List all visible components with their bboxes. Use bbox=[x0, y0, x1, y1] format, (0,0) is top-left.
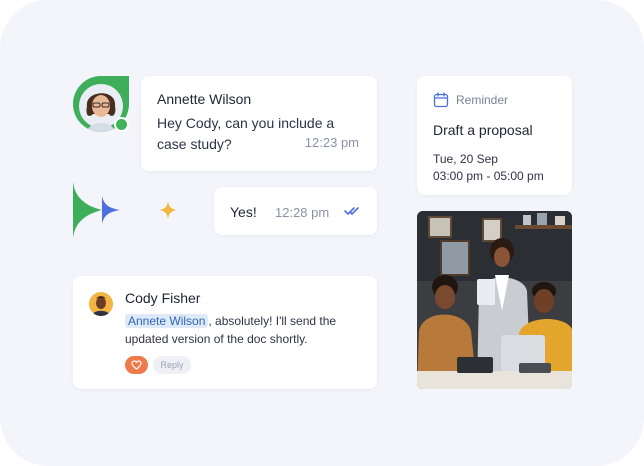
brand-logo-icon bbox=[73, 182, 120, 238]
team-photo bbox=[417, 211, 572, 389]
reminder-title: Draft a proposal bbox=[433, 122, 533, 138]
like-button[interactable] bbox=[125, 356, 148, 374]
sender-name: Cody Fisher bbox=[125, 290, 201, 306]
comment-cody[interactable]: Cody Fisher Annete Wilson, absolutely! I… bbox=[73, 276, 377, 389]
reply-button[interactable]: Reply bbox=[153, 356, 191, 374]
background-panel: Annette Wilson Hey Cody, can you include… bbox=[0, 0, 644, 466]
reminder-label: Reminder bbox=[456, 93, 509, 107]
message-reply[interactable]: Yes! 12:28 pm bbox=[214, 187, 377, 235]
annette-avatar bbox=[73, 76, 129, 132]
reminder-time: 03:00 pm - 05:00 pm bbox=[433, 169, 544, 183]
message-text: Yes! bbox=[230, 204, 257, 220]
user-mention[interactable]: Annete Wilson bbox=[125, 314, 209, 328]
heart-icon bbox=[131, 360, 142, 370]
message-time: 12:23 pm bbox=[304, 135, 359, 150]
double-check-icon bbox=[344, 207, 359, 216]
cody-avatar bbox=[89, 292, 113, 316]
message-time: 12:28 pm bbox=[275, 205, 330, 220]
reminder-date: Tue, 20 Sep bbox=[433, 152, 498, 166]
reminder-card[interactable]: Reminder Draft a proposal Tue, 20 Sep 03… bbox=[417, 76, 572, 195]
calendar-icon bbox=[433, 92, 449, 108]
sender-name: Annette Wilson bbox=[157, 91, 252, 107]
message-annette[interactable]: Annette Wilson Hey Cody, can you include… bbox=[141, 76, 377, 171]
sparkle-icon bbox=[159, 201, 177, 219]
comment-text: Annete Wilson, absolutely! I'll send the… bbox=[125, 312, 365, 348]
online-status-dot bbox=[114, 117, 129, 132]
